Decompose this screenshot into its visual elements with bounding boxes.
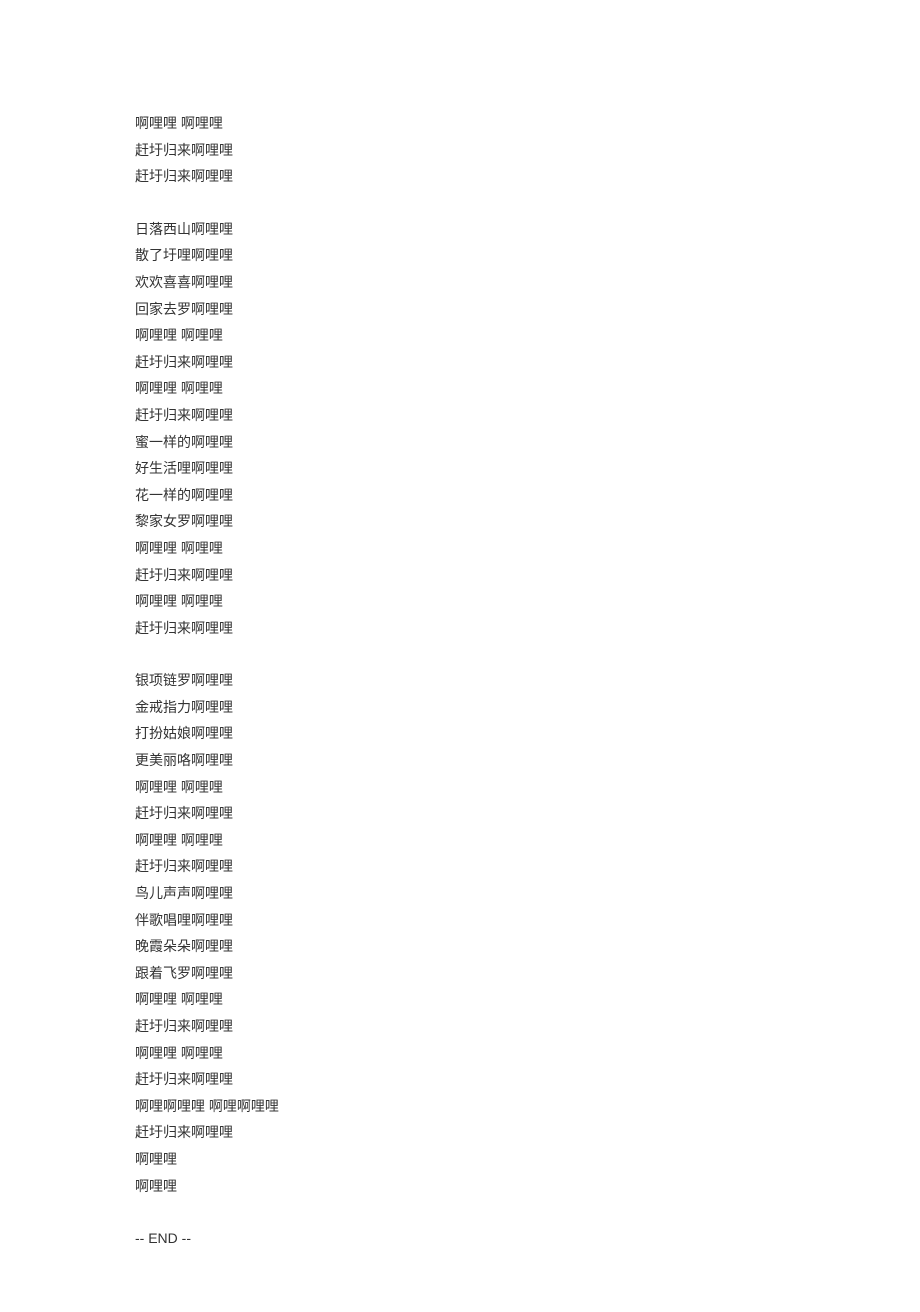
lyric-line: 啊哩啊哩哩 啊哩啊哩哩 [135,1093,785,1120]
lyric-line: 跟着飞罗啊哩哩 [135,960,785,987]
lyric-line: 啊哩哩 啊哩哩 [135,1040,785,1067]
lyric-line: 欢欢喜喜啊哩哩 [135,269,785,296]
end-marker: -- END -- [135,1225,785,1252]
stanza: 啊哩哩 啊哩哩赶圩归来啊哩哩赶圩归来啊哩哩 [135,110,785,190]
lyric-line: 蜜一样的啊哩哩 [135,429,785,456]
lyric-line: 赶圩归来啊哩哩 [135,402,785,429]
lyric-line: 晚霞朵朵啊哩哩 [135,933,785,960]
lyric-line: 好生活哩啊哩哩 [135,455,785,482]
lyric-line: 赶圩归来啊哩哩 [135,615,785,642]
stanza: 银项链罗啊哩哩金戒指力啊哩哩打扮姑娘啊哩哩更美丽咯啊哩哩啊哩哩 啊哩哩赶圩归来啊… [135,667,785,1199]
lyric-line: 赶圩归来啊哩哩 [135,1066,785,1093]
lyric-line: 日落西山啊哩哩 [135,216,785,243]
lyric-line: 赶圩归来啊哩哩 [135,800,785,827]
lyric-line: 啊哩哩 啊哩哩 [135,110,785,137]
lyric-line: 鸟儿声声啊哩哩 [135,880,785,907]
lyric-line: 打扮姑娘啊哩哩 [135,720,785,747]
lyric-line: 啊哩哩 啊哩哩 [135,375,785,402]
lyric-line: 啊哩哩 [135,1173,785,1200]
lyric-line: 赶圩归来啊哩哩 [135,1013,785,1040]
lyric-line: 散了圩哩啊哩哩 [135,242,785,269]
lyric-line: 赶圩归来啊哩哩 [135,853,785,880]
lyric-line: 银项链罗啊哩哩 [135,667,785,694]
lyric-line: 金戒指力啊哩哩 [135,694,785,721]
lyric-line: 啊哩哩 [135,1146,785,1173]
lyric-line: 啊哩哩 啊哩哩 [135,827,785,854]
lyric-line: 赶圩归来啊哩哩 [135,562,785,589]
lyric-line: 更美丽咯啊哩哩 [135,747,785,774]
lyric-line: 啊哩哩 啊哩哩 [135,535,785,562]
lyric-line: 黎家女罗啊哩哩 [135,508,785,535]
lyric-line: 啊哩哩 啊哩哩 [135,986,785,1013]
lyric-line: 花一样的啊哩哩 [135,482,785,509]
document-content: 啊哩哩 啊哩哩赶圩归来啊哩哩赶圩归来啊哩哩日落西山啊哩哩散了圩哩啊哩哩欢欢喜喜啊… [135,110,785,1252]
lyric-line: 啊哩哩 啊哩哩 [135,588,785,615]
lyric-line: 啊哩哩 啊哩哩 [135,322,785,349]
lyric-line: 啊哩哩 啊哩哩 [135,774,785,801]
lyric-line: 伴歌唱哩啊哩哩 [135,907,785,934]
lyric-line: 赶圩归来啊哩哩 [135,163,785,190]
lyric-line: 回家去罗啊哩哩 [135,296,785,323]
stanza: 日落西山啊哩哩散了圩哩啊哩哩欢欢喜喜啊哩哩回家去罗啊哩哩啊哩哩 啊哩哩赶圩归来啊… [135,216,785,642]
lyric-line: 赶圩归来啊哩哩 [135,137,785,164]
lyric-line: 赶圩归来啊哩哩 [135,1119,785,1146]
lyric-line: 赶圩归来啊哩哩 [135,349,785,376]
